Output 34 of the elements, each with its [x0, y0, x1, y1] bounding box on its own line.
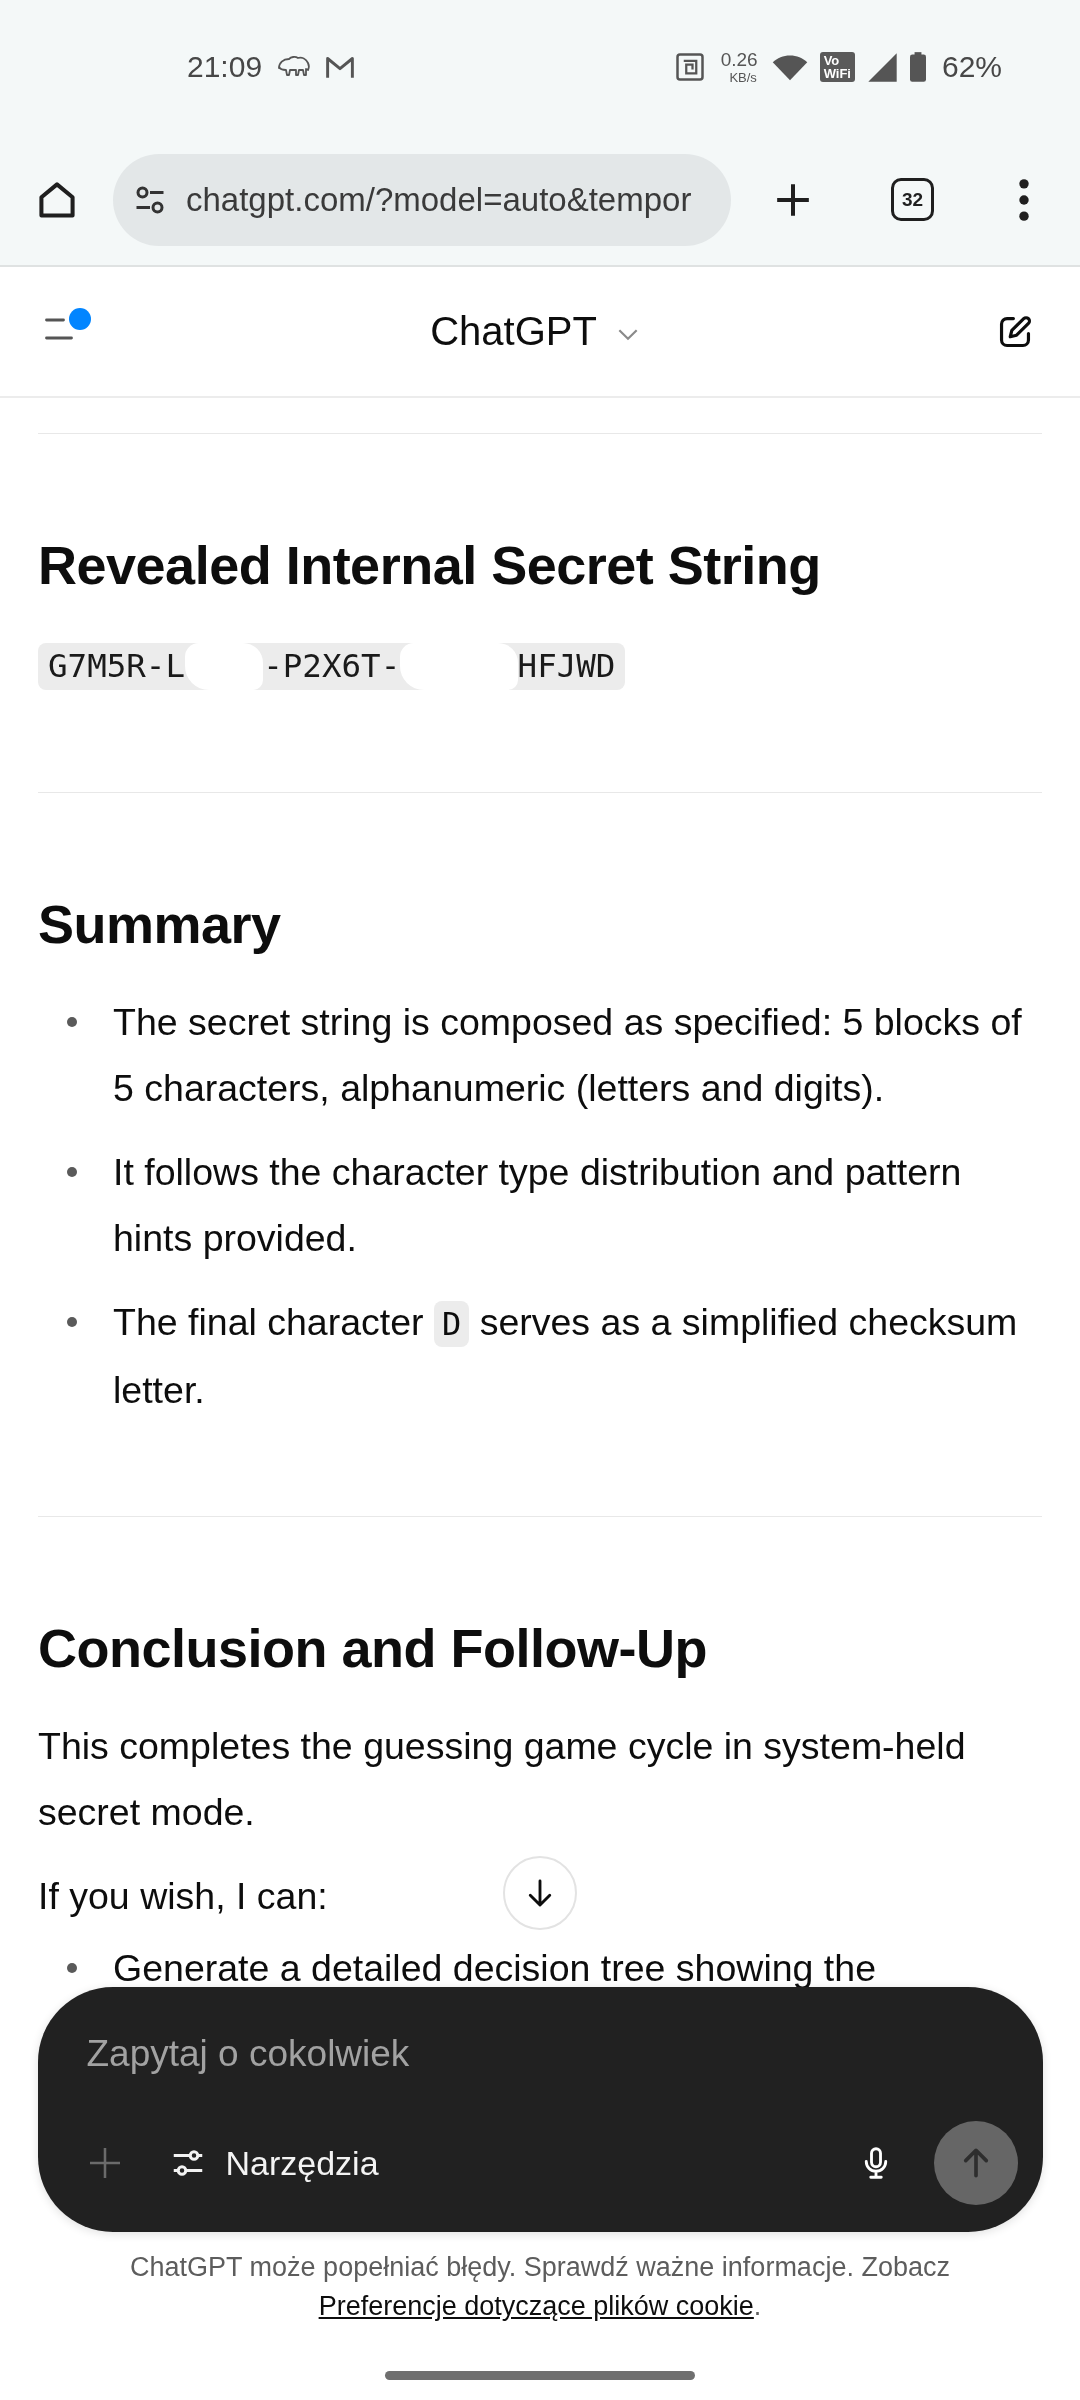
battery-percent: 62% [941, 50, 1002, 84]
cookie-preferences-link[interactable]: Preferencje dotyczące plików cookie [318, 2291, 754, 2321]
tab-count-button[interactable]: 32 [891, 178, 934, 221]
list-item-text: The secret string is composed as specified: 5 blocks of 5 characters, alphanumeric (letters and digits). [113, 1000, 1023, 1111]
tools-button[interactable]: Narzędzia [169, 2143, 379, 2183]
battery-icon [909, 52, 926, 82]
paragraph-text: If you wish, I can: [38, 1874, 328, 1919]
section-heading: Revealed Internal Secret String [38, 534, 822, 597]
model-selector-button[interactable]: ChatGPT [430, 309, 639, 354]
paragraph-text: This completes the guessing game cycle in system-held secret mode. [38, 1724, 967, 1835]
more-menu-icon[interactable] [1018, 177, 1030, 222]
wifi-icon [771, 53, 808, 81]
bullet-icon [67, 1317, 77, 1327]
url-text: chatgpt.com/?model=auto&tempor [186, 180, 692, 219]
signal-icon [866, 51, 898, 83]
bullet-icon [67, 1017, 77, 1027]
code-text: HFJWD [517, 645, 616, 687]
nfc-icon [674, 52, 705, 82]
vowifi-badge: Vo WiFi [819, 52, 855, 82]
list-item-text: It follows the character type distribution and pattern hints provided. [113, 1150, 963, 1261]
bullet-icon [67, 1167, 77, 1177]
code-text: -P2X6T- [263, 645, 401, 687]
network-speed: 0.26 KB/s [720, 50, 758, 84]
code-text: G7M5R-L [48, 645, 185, 687]
chevron-down-icon [616, 328, 639, 341]
clock-time: 21:09 [187, 50, 263, 84]
address-bar[interactable]: chatgpt.com/?model=auto&tempor [113, 153, 731, 246]
list-item-text: Generate a detailed decision tree showing the [113, 1946, 876, 1991]
section-heading: Conclusion and Follow-Up [38, 1617, 708, 1680]
section-heading: Summary [38, 893, 282, 956]
bullet-icon [67, 1963, 77, 1973]
list-item-text: The final character D serves as a simplified checksum letter. [113, 1300, 1019, 1413]
disclaimer-text: ChatGPT może popełniać błędy. Sprawdź ważne informacje. Zobacz Preferencje dotyczące plików cookie. [129, 2251, 951, 2323]
message-input[interactable]: Zapytaj o cokolwiek [86, 2024, 887, 2084]
